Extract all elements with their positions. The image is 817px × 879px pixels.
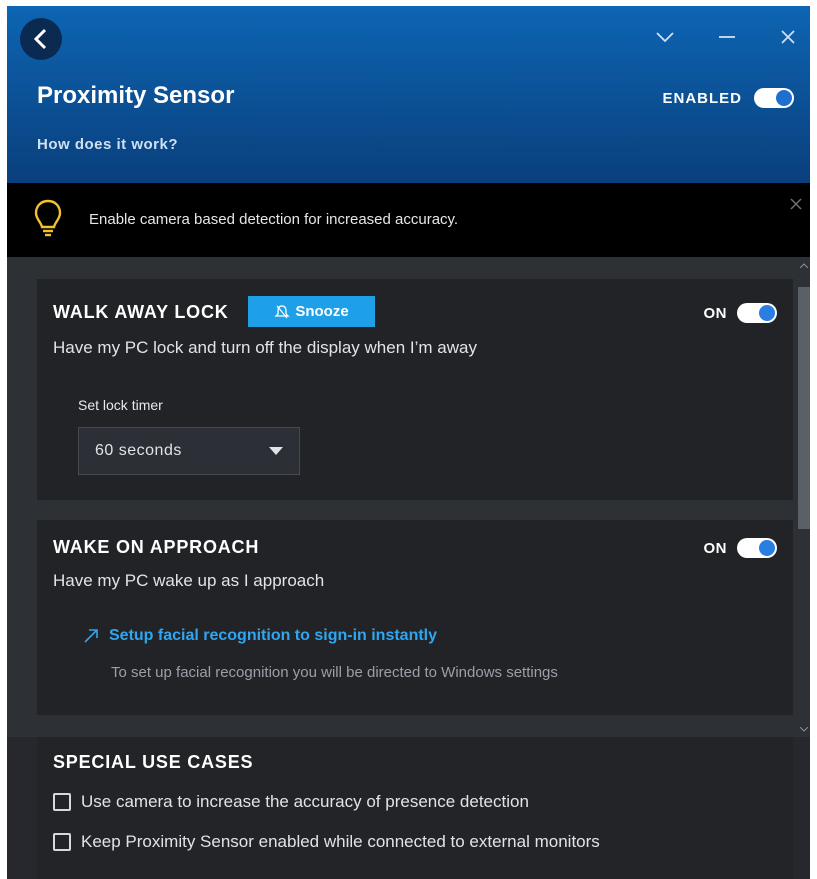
- special-use-cases-title: SPECIAL USE CASES: [53, 752, 254, 772]
- wake-on-approach-title: WAKE ON APPROACH: [53, 537, 260, 557]
- minimize-button[interactable]: [714, 24, 740, 50]
- lock-timer-label: Set lock timer: [78, 397, 163, 413]
- how-does-it-work-link[interactable]: How does it work?: [37, 136, 178, 153]
- banner-text: Enable camera based detection for increa…: [89, 211, 459, 228]
- enabled-toggle[interactable]: [754, 88, 794, 108]
- option-camera-accuracy[interactable]: Use camera to increase the accuracy of p…: [53, 792, 529, 812]
- proximity-sensor-app: Proximity Sensor How does it work? ENABL…: [7, 6, 810, 879]
- settings-scroll-area: WALK AWAY LOCK Snooze ON Have my PC lock…: [7, 257, 810, 737]
- camera-tip-banner: Enable camera based detection for increa…: [7, 183, 810, 257]
- back-button[interactable]: [20, 18, 62, 60]
- close-icon: [790, 198, 802, 210]
- walk-away-description: Have my PC lock and turn off the display…: [53, 338, 477, 357]
- walk-away-lock-card: WALK AWAY LOCK Snooze ON Have my PC lock…: [37, 279, 793, 500]
- walk-away-toggle[interactable]: [737, 303, 777, 323]
- lightbulb-icon: [34, 199, 62, 237]
- scrollbar-thumb[interactable]: [798, 287, 810, 529]
- wake-state: ON: [703, 538, 777, 558]
- facial-recognition-link[interactable]: Setup facial recognition to sign-in inst…: [83, 627, 437, 645]
- page-title: Proximity Sensor: [37, 82, 235, 109]
- wake-description: Have my PC wake up as I approach: [53, 571, 325, 590]
- header: Proximity Sensor How does it work? ENABL…: [7, 6, 810, 183]
- lock-timer-select[interactable]: 60 seconds: [78, 427, 300, 475]
- close-window-button[interactable]: [775, 24, 801, 50]
- minimize-icon: [719, 36, 735, 38]
- scroll-down-arrow[interactable]: [798, 723, 810, 735]
- snooze-button[interactable]: Snooze: [248, 296, 375, 327]
- external-monitors-label: Keep Proximity Sensor enabled while conn…: [81, 832, 600, 851]
- close-icon: [781, 30, 795, 44]
- snooze-bell-icon: [274, 304, 290, 318]
- wake-toggle[interactable]: [737, 538, 777, 558]
- external-link-arrow-icon: [84, 629, 98, 643]
- special-use-cases-section: SPECIAL USE CASES Use camera to increase…: [37, 737, 793, 879]
- option-external-monitors[interactable]: Keep Proximity Sensor enabled while conn…: [53, 832, 600, 852]
- external-monitors-checkbox[interactable]: [53, 833, 71, 851]
- wake-on-approach-card: WAKE ON APPROACH ON Have my PC wake up a…: [37, 520, 793, 715]
- walk-away-state: ON: [703, 303, 777, 323]
- camera-accuracy-checkbox[interactable]: [53, 793, 71, 811]
- caret-down-icon: [269, 447, 283, 455]
- chevron-down-icon: [656, 32, 674, 42]
- banner-close-button[interactable]: [790, 197, 810, 217]
- scroll-up-arrow[interactable]: [798, 259, 810, 271]
- enabled-label: ENABLED: [662, 89, 742, 107]
- enabled-control: ENABLED: [662, 88, 794, 108]
- camera-accuracy-label: Use camera to increase the accuracy of p…: [81, 792, 529, 811]
- scrollbar[interactable]: [798, 257, 810, 737]
- facial-recognition-note: To set up facial recognition you will be…: [111, 664, 558, 681]
- chevron-up-icon: [800, 262, 808, 268]
- walk-away-lock-title: WALK AWAY LOCK: [53, 302, 229, 322]
- chevron-left-icon: [33, 28, 47, 50]
- snooze-label: Snooze: [295, 303, 349, 320]
- chevron-down-icon: [800, 726, 808, 732]
- walk-away-on-label: ON: [703, 304, 727, 322]
- facial-recognition-link-label: Setup facial recognition to sign-in inst…: [109, 627, 438, 644]
- lock-timer-value: 60 seconds: [95, 442, 182, 459]
- wake-on-label: ON: [703, 539, 727, 557]
- window-dropdown-button[interactable]: [652, 24, 678, 50]
